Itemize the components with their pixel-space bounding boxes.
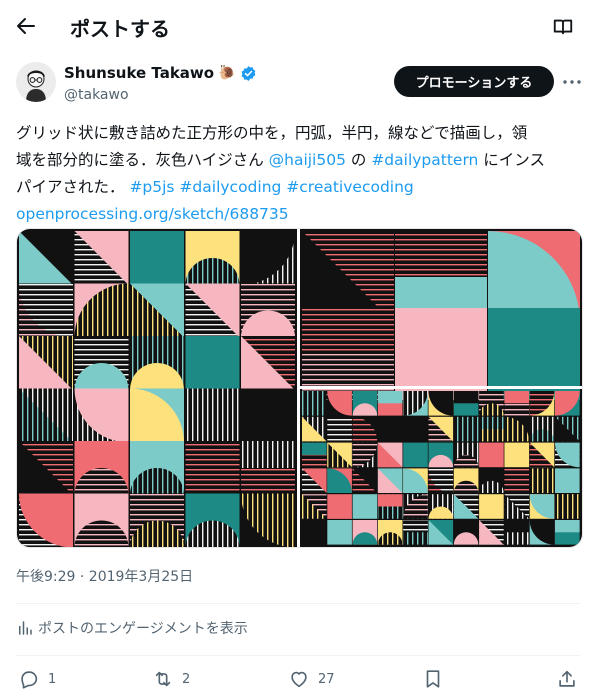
back-arrow-icon[interactable]	[14, 14, 38, 38]
pattern-tile	[529, 468, 555, 493]
page-title: ポストする	[70, 17, 170, 41]
tweet-line: パイアされた． #p5js #dailycoding #creativecodi…	[16, 174, 582, 201]
pattern-shape	[377, 494, 403, 507]
author-handle[interactable]: @takawo	[64, 87, 129, 103]
promote-button[interactable]: プロモーションする	[394, 66, 554, 97]
pattern-tile	[403, 416, 428, 442]
pattern-shape	[403, 520, 428, 533]
reply-count: 1	[48, 671, 57, 687]
pattern-tile	[453, 416, 479, 442]
repost-button[interactable]: 2	[152, 668, 190, 690]
pattern-shape	[504, 391, 529, 404]
pattern-tile	[479, 442, 504, 468]
pattern-tile	[377, 416, 403, 442]
pattern-shape	[479, 416, 504, 430]
pattern-tile	[185, 388, 240, 443]
pattern-tile	[185, 336, 240, 390]
repost-count: 2	[182, 671, 191, 687]
author-name[interactable]: Shunsuke Takawo 🐌	[64, 64, 257, 82]
pattern-tile	[479, 494, 504, 519]
timestamp[interactable]: 午後9:29 · 2019年3月25日	[16, 566, 193, 586]
pattern-shape	[302, 308, 394, 354]
divider	[16, 603, 580, 604]
pattern-tile	[302, 391, 327, 416]
pattern-tile	[130, 231, 184, 285]
tweet-text-segment: にインス	[478, 151, 545, 169]
pattern-tile	[327, 416, 352, 442]
divider	[16, 655, 580, 656]
chart-icon	[16, 619, 34, 637]
share-icon	[556, 668, 578, 690]
tweet-text-segment: 域を部分的に塗る．灰色ハイジさん	[16, 151, 269, 169]
pattern-tile	[403, 442, 428, 468]
pattern-tile	[185, 441, 240, 495]
like-button[interactable]: 27	[288, 668, 335, 690]
hashtag-links[interactable]: #p5js #dailycoding #creativecoding	[129, 178, 413, 196]
pattern-shape	[241, 441, 295, 468]
pattern-shape	[555, 520, 580, 533]
pattern-tile	[352, 494, 378, 519]
tweet-text-segment: の	[345, 151, 372, 169]
avatar[interactable]	[16, 62, 56, 102]
pattern-shape	[377, 391, 403, 404]
author-name-text[interactable]: Shunsuke Takawo	[64, 64, 214, 82]
pattern-tile	[302, 520, 327, 545]
pattern-tile	[504, 442, 529, 468]
tweet-line: 域を部分的に塗る．灰色ハイジさん @haiji505 の #dailypatte…	[16, 147, 582, 174]
repost-icon	[152, 668, 174, 690]
verified-badge-icon	[240, 65, 257, 82]
hashtag-link[interactable]: #dailypattern	[371, 151, 478, 169]
tweet-text: グリッド状に敷き詰めた正方形の中を，円弧，半円，線などで描画し，領 域を部分的に…	[16, 120, 582, 228]
mention-link[interactable]: @haiji505	[269, 151, 346, 169]
pattern-tile	[327, 520, 352, 545]
reply-button[interactable]: 1	[18, 668, 56, 690]
tweet-line: グリッド状に敷き詰めた正方形の中を，円弧，半円，線などで描画し，領	[16, 124, 528, 142]
more-options-icon[interactable]	[560, 70, 584, 94]
like-count: 27	[318, 671, 335, 687]
snail-emoji: 🐌	[218, 65, 236, 81]
view-engagements-label[interactable]: ポストのエンゲージメントを表示	[38, 618, 248, 638]
media-svg	[17, 229, 582, 547]
pattern-shape	[453, 391, 479, 404]
pattern-tile	[504, 468, 529, 493]
media-gallery[interactable]	[16, 228, 583, 548]
bookmark-button[interactable]	[422, 668, 444, 690]
bookmark-icon	[422, 668, 444, 690]
share-button[interactable]	[556, 668, 578, 690]
pattern-shape	[302, 442, 327, 455]
pattern-shape	[555, 494, 580, 507]
tweet-text-segment: パイアされた．	[16, 178, 130, 196]
reader-mode-icon[interactable]	[552, 16, 574, 38]
pattern-shape	[395, 231, 487, 277]
view-engagements-link[interactable]: ポストのエンゲージメントを表示	[16, 618, 248, 638]
pattern-shape	[504, 520, 529, 533]
reply-icon	[18, 668, 40, 690]
heart-icon	[288, 668, 310, 690]
url-link[interactable]: openprocessing.org/sketch/688735	[16, 201, 582, 228]
